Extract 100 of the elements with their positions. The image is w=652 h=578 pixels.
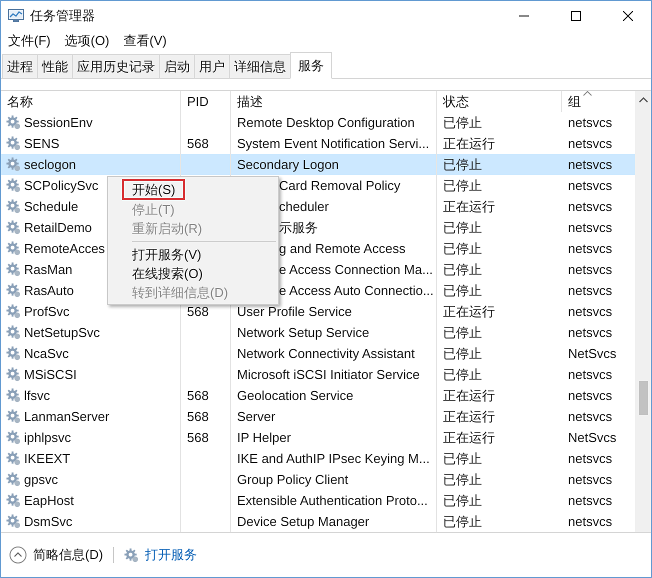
table-cell-text: 已停止 [442,282,483,300]
table-cell: Group Policy Client [231,469,437,490]
table-cell-text: netsvcs [567,366,614,384]
gear-icon [6,115,21,130]
tab[interactable]: 应用历史记录 [72,54,160,78]
table-row[interactable]: DsmSvc Device Setup Manager 已停止 netsvcs [1,511,635,532]
table-row[interactable]: seclogon Secondary Logon 已停止 netsvcs [1,154,635,175]
gear-icon [6,241,21,256]
menu-item[interactable]: 选项(O) [64,32,110,50]
table-cell-text: netsvcs [567,324,614,342]
table-cell-text: netsvcs [567,156,614,174]
table-cell-text: NetSvcs [567,345,618,363]
table-cell-text: netsvcs [567,387,614,405]
table-cell: Server [231,406,437,427]
table-cell-text: 正在运行 [442,134,496,152]
table-cell-text: netsvcs [567,513,614,531]
gear-icon [6,262,21,277]
table-cell: Microsoft iSCSI Initiator Service [231,364,437,385]
scroll-thumb[interactable] [638,381,648,415]
gear-icon [6,346,21,361]
service-name: seclogon [24,157,76,172]
table-cell-text: 已停止 [442,470,483,488]
table-row[interactable]: NcaSvc Network Connectivity Assistant 已停止 NetSvcs [1,343,635,364]
table-cell-text: 已停止 [442,260,483,278]
service-name: Schedule [24,199,78,214]
table-row[interactable]: iphlpsvc 568 IP Helper 正在运行 NetSvcs [1,427,635,448]
tab[interactable]: 进程 [2,54,38,78]
table-cell: Extensible Authentication Proto... [231,490,437,511]
maximize-icon [571,11,581,21]
gear-icon [6,472,21,487]
table-cell-text: netsvcs [567,492,614,510]
service-name: RasAuto [24,283,74,298]
open-services-link[interactable]: 打开服务 [145,546,198,564]
column-header[interactable]: 状态 [437,91,562,112]
tab[interactable]: 启动 [159,54,195,78]
tab[interactable]: 性能 [37,54,73,78]
service-name: gpsvc [24,472,58,487]
summary-toggle[interactable]: 简略信息(D) [33,546,104,564]
table-cell-text: netsvcs [567,471,614,489]
service-name: SENS [24,136,60,151]
table-row[interactable]: NetSetupSvc Network Setup Service 已停止 netsvcs [1,322,635,343]
table-cell-text: 正在运行 [442,428,496,446]
service-name: IKEEXT [24,451,70,466]
service-name: RasMan [24,262,72,277]
table-cell-text: netsvcs [567,198,614,216]
service-name: MSiSCSI [24,367,77,382]
gear-icon [6,430,21,445]
table-cell-text: 已停止 [442,344,483,362]
column-header[interactable]: PID [181,91,231,112]
table-cell: Remote Desktop Configuration [231,112,437,133]
column-header[interactable]: 名称 [1,91,181,112]
scroll-up-icon[interactable] [638,97,648,103]
table-row[interactable]: EapHost Extensible Authentication Proto... 已停止 netsvcs [1,490,635,511]
table-cell: Network Setup Service [231,322,437,343]
table-cell-text: 已停止 [442,450,483,468]
table-cell-text: 正在运行 [442,386,496,404]
table-cell-text: netsvcs [567,408,614,426]
menu-item[interactable]: 查看(V) [123,32,167,50]
column-header[interactable]: 描述 [231,91,437,112]
table-row[interactable]: gpsvc Group Policy Client 已停止 netsvcs [1,469,635,490]
table-row[interactable]: IKEEXT IKE and AuthIP IPsec Keying M... 已停止 netsvcs [1,448,635,469]
table-cell: Network Connectivity Assistant [231,343,437,364]
tab[interactable]: 用户 [194,54,230,78]
gear-icon [6,493,21,508]
service-name: NetSetupSvc [24,325,100,340]
table-cell-text: netsvcs [567,261,614,279]
table-cell: 568 [181,406,231,427]
table-cell-text: 已停止 [442,156,483,174]
gear-icon [6,199,21,214]
table-row[interactable]: SessionEnv Remote Desktop Configuration 已停止 netsvcs [1,112,635,133]
service-name: ProfSvc [24,304,70,319]
gear-icon [6,451,21,466]
gear-icon [6,220,21,235]
table-cell-text: 已停止 [442,176,483,194]
table-row[interactable]: LanmanServer 568 Server 正在运行 netsvcs [1,406,635,427]
gear-icon [6,388,21,403]
column-header[interactable]: 组 [562,91,635,112]
table-cell-text: 已停止 [442,512,483,530]
scrollbar[interactable] [635,91,651,532]
sort-caret-icon [583,91,592,96]
table-row[interactable]: lfsvc 568 Geolocation Service 正在运行 netsvcs [1,385,635,406]
table-cell-text: netsvcs [567,114,614,132]
tab[interactable]: 服务 [290,52,332,79]
table-cell-text: 已停止 [442,492,483,510]
tab[interactable]: 详细信息 [229,54,291,78]
service-name: SCPolicySvc [24,178,98,193]
table-cell: Secondary Logon [231,154,437,175]
gear-icon [6,409,21,424]
table-cell-text: netsvcs [567,282,614,300]
service-name: DsmSvc [24,514,72,529]
collapse-icon[interactable] [9,546,27,564]
table-cell-text: NetSvcs [567,429,618,447]
context-menu-item[interactable]: 开始(S) [122,179,186,200]
window-title: 任务管理器 [30,7,96,25]
monitor-icon [8,9,24,23]
gear-icon [124,548,140,562]
table-cell: Geolocation Service [231,385,437,406]
menu-item[interactable]: 文件(F) [8,32,51,50]
table-row[interactable]: MSiSCSI Microsoft iSCSI Initiator Service 已停止 netsvcs [1,364,635,385]
table-cell-text: 正在运行 [442,408,496,426]
